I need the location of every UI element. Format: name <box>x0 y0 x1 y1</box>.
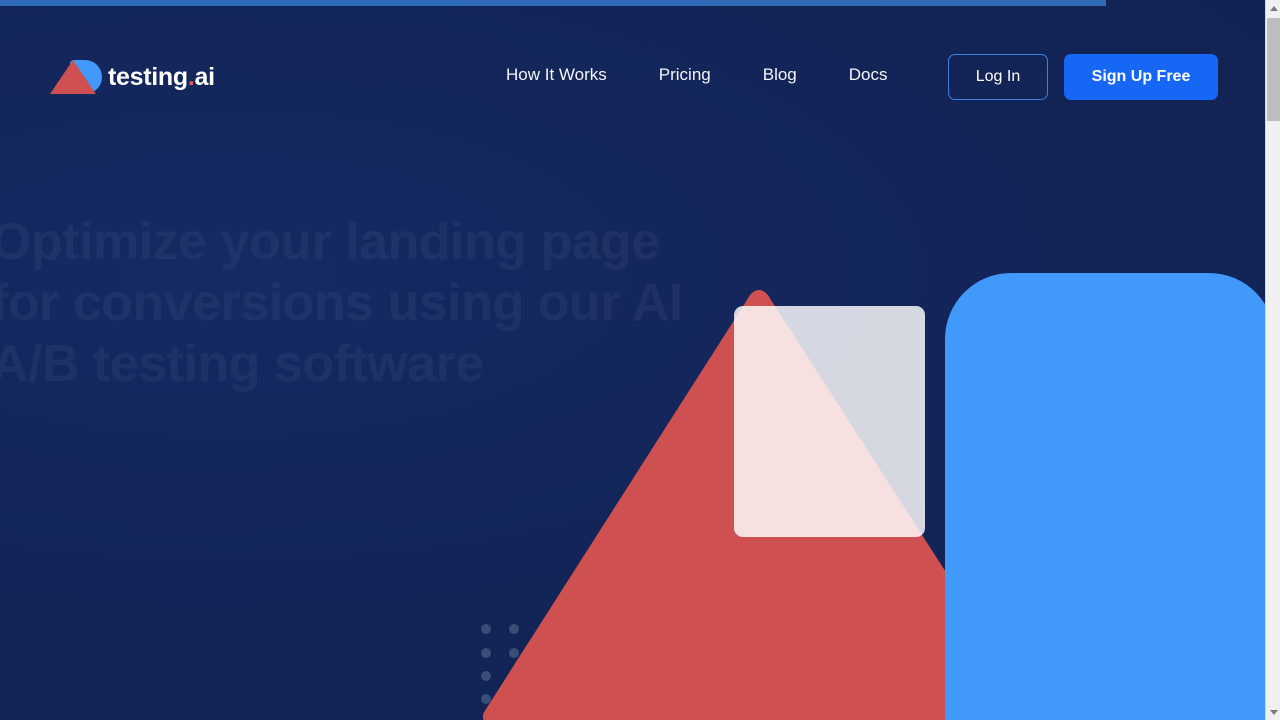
main-navigation: How It Works Pricing Blog Docs <box>506 61 888 89</box>
page-load-progress-fill <box>0 0 1106 6</box>
scroll-down-arrow-icon[interactable] <box>1266 704 1280 720</box>
logo-wordmark: testing.ai <box>108 63 215 92</box>
nav-item-blog[interactable]: Blog <box>763 61 797 89</box>
page-load-progress-bar <box>0 0 1265 6</box>
sign-up-free-button[interactable]: Sign Up Free <box>1064 54 1218 100</box>
scroll-down-glyph <box>1269 709 1278 715</box>
decorative-blue-panel-shape <box>945 273 1265 720</box>
logo-a-triangle <box>50 60 96 94</box>
log-in-button[interactable]: Log In <box>948 54 1048 100</box>
logo-word: testing <box>108 62 188 91</box>
vertical-scrollbar[interactable] <box>1265 0 1280 720</box>
scroll-up-arrow-icon[interactable] <box>1266 0 1280 16</box>
site-header: testing.ai How It Works Pricing Blog Doc… <box>0 6 1265 110</box>
logo-dot: . <box>187 62 195 91</box>
scrollbar-thumb[interactable] <box>1267 18 1280 121</box>
nav-item-pricing[interactable]: Pricing <box>659 61 711 89</box>
site-logo[interactable]: testing.ai <box>50 54 215 100</box>
scroll-up-glyph <box>1269 5 1278 11</box>
nav-item-docs[interactable]: Docs <box>849 61 888 89</box>
decorative-overlay-card <box>734 306 925 537</box>
nav-item-how-it-works[interactable]: How It Works <box>506 61 607 89</box>
auth-actions: Log In Sign Up Free <box>948 54 1218 100</box>
ab-logo-icon <box>50 60 102 94</box>
logo-suffix: ai <box>194 62 216 91</box>
page-viewport: Optimize your landing page for conversio… <box>0 0 1265 720</box>
